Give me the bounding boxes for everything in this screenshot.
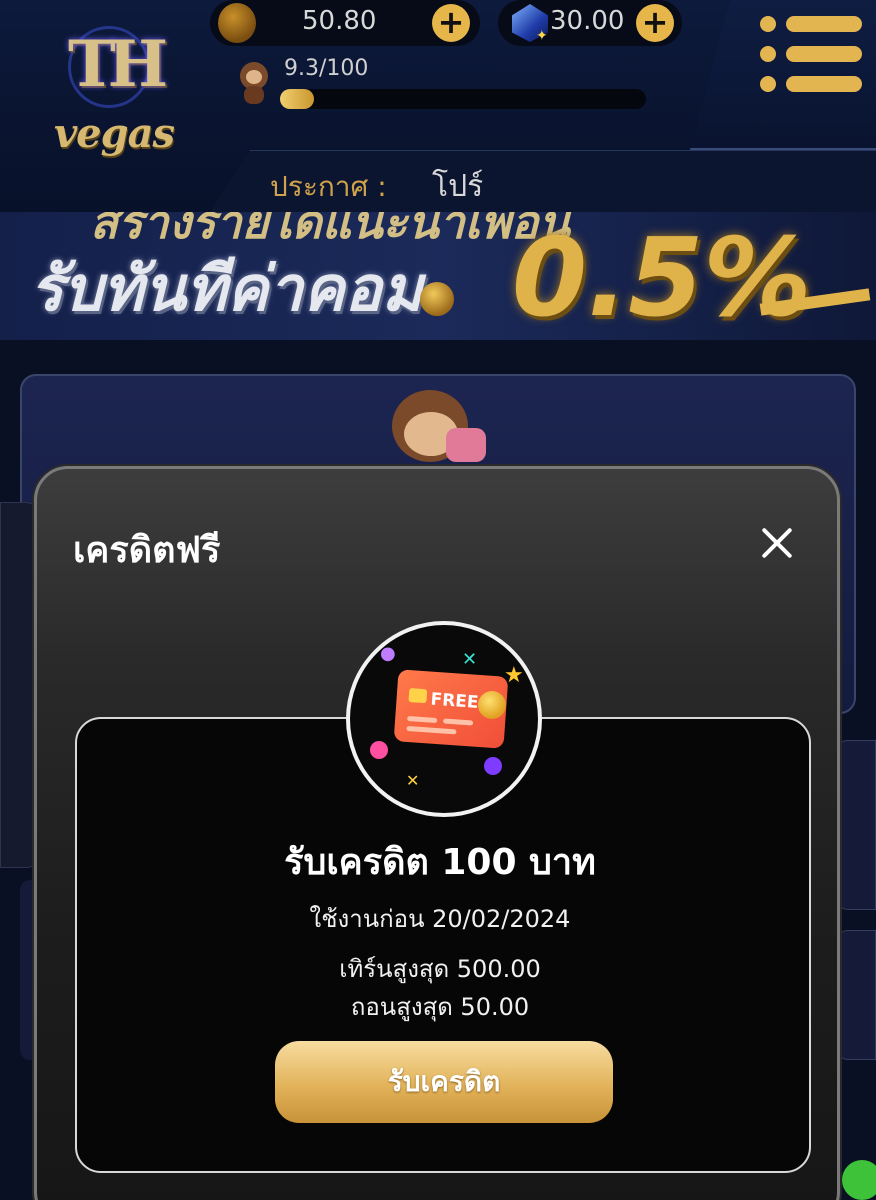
- site-logo[interactable]: TH vegas: [40, 18, 190, 163]
- banner-coin-icon: [420, 282, 454, 316]
- user-avatar[interactable]: [236, 60, 272, 104]
- background-chat-icon: [842, 1160, 876, 1200]
- add-gem-button[interactable]: +: [636, 4, 674, 42]
- coin-icon: [218, 3, 256, 43]
- gem-balance-pill: ✦ 30.00 +: [498, 0, 682, 46]
- promo-banner[interactable]: สร้างรายได้แนะนำเพื่อน รับทันทีค่าคอม 0.…: [0, 212, 876, 340]
- cross-icon: ✕: [462, 649, 478, 670]
- max-turnover-text: เทิร์นสูงสุด 500.00: [339, 955, 541, 983]
- close-icon[interactable]: [757, 523, 797, 563]
- logo-emblem: TH: [67, 27, 168, 102]
- add-coin-button[interactable]: +: [432, 4, 470, 42]
- emoji-icon: ●: [380, 643, 396, 664]
- banner-percent: 0.5%: [512, 216, 812, 340]
- coin-balance-pill: 50.80 +: [210, 0, 480, 46]
- monkey-avatar: [388, 390, 492, 470]
- announcement-label: ประกาศ :: [270, 170, 387, 203]
- claim-credit-button[interactable]: รับเครดิต: [275, 1041, 613, 1123]
- free-card-label: FREE: [429, 689, 480, 713]
- sparkle-icon: ✦: [536, 28, 548, 44]
- expire-date-text: ใช้งานก่อน 20/02/2024: [309, 905, 571, 933]
- ball-icon: [484, 757, 502, 775]
- top-header: TH vegas 50.80 + ✦ 30.00 + 9.3/100 ประกา…: [0, 0, 876, 212]
- xp-progress-fill: [280, 89, 315, 109]
- xp-progress-text: 9.3/100: [284, 56, 369, 81]
- logo-wordmark: vegas: [53, 110, 175, 157]
- menu-icon[interactable]: [760, 14, 864, 94]
- free-card-icon-wrapper: ● ✕ ★ ✕ FREE: [346, 621, 542, 817]
- announcement-text: โปร์: [432, 169, 484, 204]
- modal-title: เครดิตฟรี: [73, 530, 221, 571]
- banner-headline: รับทันทีค่าคอม: [30, 252, 423, 325]
- cross-icon: ✕: [406, 771, 420, 790]
- gem-balance-value: 30.00: [550, 6, 625, 36]
- announcement-bar[interactable]: ประกาศ : โปร์: [210, 150, 876, 212]
- coin-balance-value: 50.80: [302, 6, 377, 36]
- free-credit-modal: เครดิตฟรี ● ✕ ★ ✕ FREE รับเครดิต 100 บาท…: [34, 466, 840, 1200]
- coin-icon: [478, 691, 506, 719]
- reward-title: รับเครดิต 100 บาท: [284, 842, 596, 883]
- ball-icon: [370, 741, 388, 759]
- xp-progress-bar: [280, 89, 646, 109]
- max-withdraw-text: ถอนสูงสุด 50.00: [350, 993, 530, 1021]
